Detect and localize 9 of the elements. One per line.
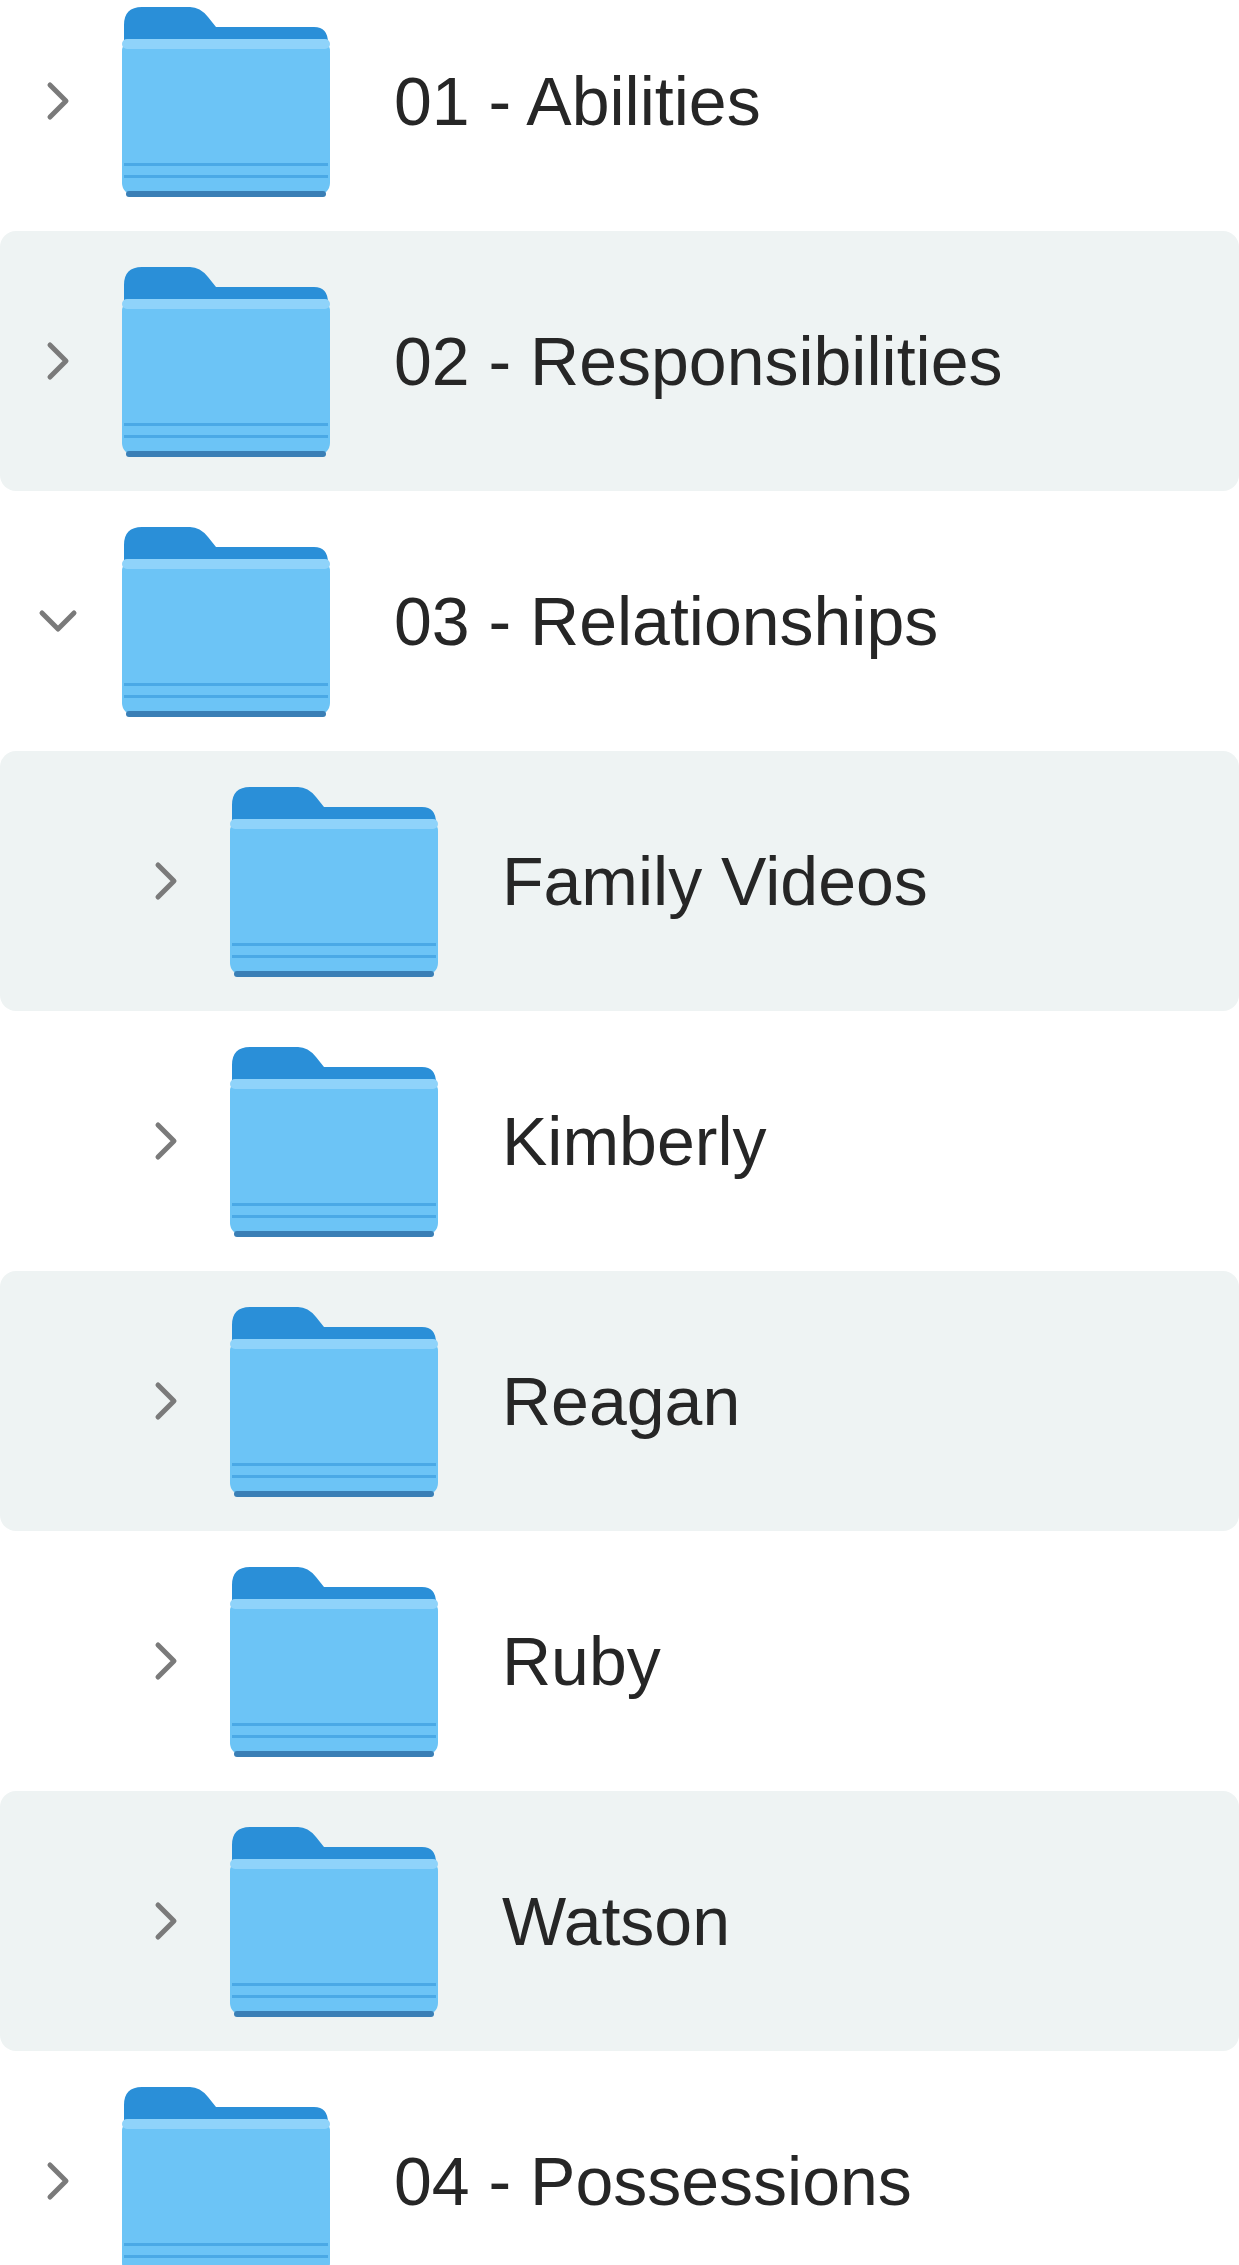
folder-name[interactable]: Kimberly — [502, 1102, 767, 1180]
folder-name[interactable]: 01 - Abilities — [394, 62, 761, 140]
folder-name[interactable]: Watson — [502, 1882, 730, 1960]
folder-name[interactable]: 03 - Relationships — [394, 582, 939, 660]
folder-name[interactable]: 04 - Possessions — [394, 2142, 912, 2220]
folder-name[interactable]: Family Videos — [502, 842, 928, 920]
folder-name[interactable]: Ruby — [502, 1622, 661, 1700]
folder-name[interactable]: Reagan — [502, 1362, 741, 1440]
folder-name[interactable]: 02 - Responsibilities — [394, 322, 1003, 400]
